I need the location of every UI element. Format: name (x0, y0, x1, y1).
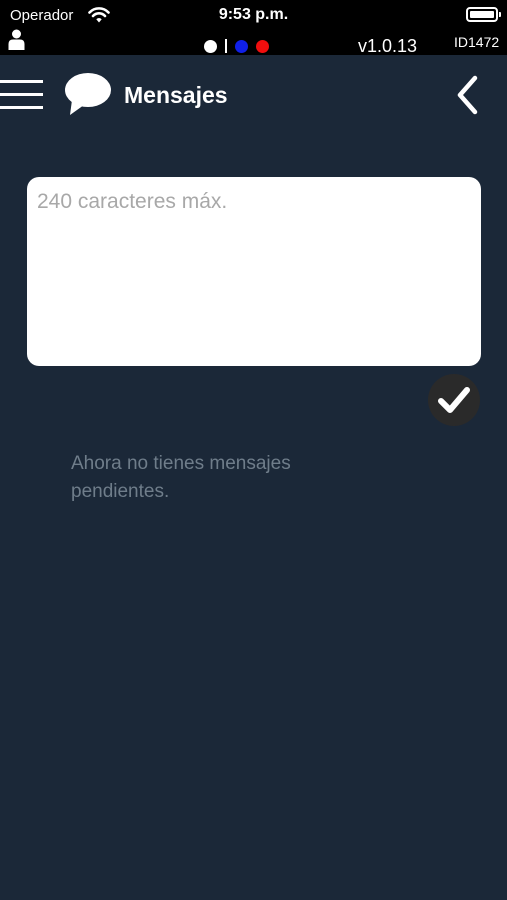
message-input[interactable] (27, 177, 481, 366)
empty-messages-text: Ahora no tienes mensajes pendientes. (71, 453, 291, 502)
checkmark-icon (438, 387, 470, 413)
indicator-dot-blue (235, 39, 248, 53)
device-id: ID1472 (454, 34, 500, 50)
indicator-separator (225, 39, 227, 53)
indicator-dot-red (256, 39, 269, 53)
send-button[interactable] (428, 374, 480, 426)
menu-icon[interactable] (0, 77, 44, 111)
user-icon (8, 29, 25, 55)
indicator-dot-white (204, 39, 217, 53)
chevron-left-icon[interactable] (452, 74, 482, 121)
app-version: v1.0.13 (358, 36, 418, 56)
clock: 9:53 p.m. (218, 6, 289, 23)
chat-bubble-icon (64, 72, 112, 121)
battery-icon (466, 7, 501, 22)
page-title: Mensajes (124, 82, 228, 108)
connection-indicators (204, 39, 269, 53)
status-bar: Operador 9:53 p.m. v1.0.13 ID1472 (0, 0, 507, 56)
